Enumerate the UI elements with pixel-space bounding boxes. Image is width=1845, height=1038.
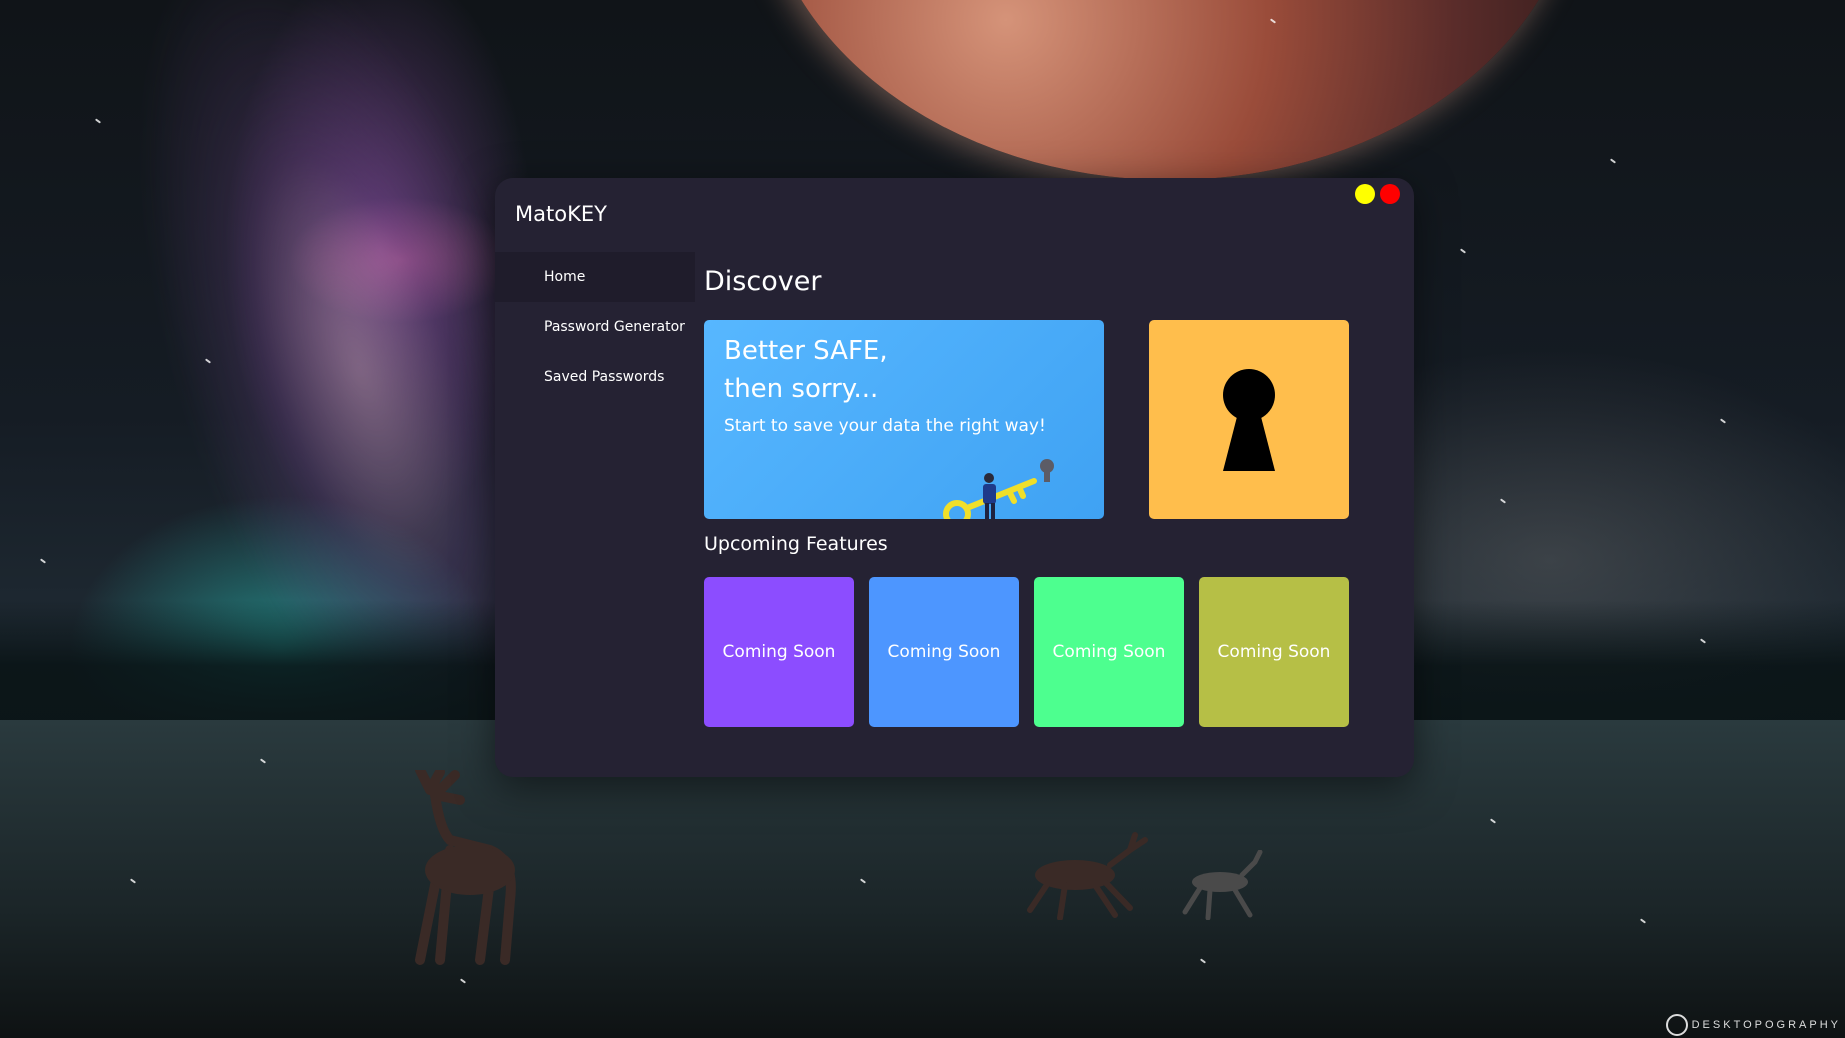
hero-title-line: Better SAFE,: [724, 336, 888, 366]
snowflake: [1459, 248, 1467, 254]
feature-card-label: Coming Soon: [1052, 642, 1166, 662]
snowflake: [39, 558, 47, 564]
planet: [760, 0, 1580, 180]
desktop-watermark: DESKTOPOGRAPHY: [1665, 1014, 1841, 1036]
feature-card[interactable]: Coming Soon: [1199, 577, 1349, 727]
feature-card[interactable]: Coming Soon: [1034, 577, 1184, 727]
snowflake: [1499, 498, 1507, 504]
snowflake: [1719, 418, 1727, 424]
watermark-text: DESKTOPOGRAPHY: [1691, 1019, 1841, 1031]
person-with-key-icon: [943, 459, 1054, 519]
feature-card[interactable]: Coming Soon: [704, 577, 854, 727]
hero-subtitle: Start to save your data the right way!: [724, 416, 1046, 436]
sidebar-item-home[interactable]: Home: [495, 252, 695, 302]
sidebar-item-label: Saved Passwords: [544, 369, 665, 385]
desktopography-logo-icon: [1665, 1014, 1688, 1036]
deer-silhouette: [415, 770, 516, 965]
snowflake: [1609, 158, 1617, 164]
hero-title: Better SAFE, then sorry...: [724, 332, 1024, 408]
sidebar-item-label: Password Generator: [544, 319, 685, 335]
app-window: MatoKEY Home Password Generator Saved Pa…: [495, 178, 1414, 777]
deer-silhouette: [1182, 850, 1263, 920]
sidebar-item-saved-passwords[interactable]: Saved Passwords: [495, 352, 695, 402]
app-title: MatoKEY: [515, 202, 607, 226]
keyhole-icon: [1223, 368, 1275, 471]
feature-card-label: Coming Soon: [887, 642, 1001, 662]
feature-card-label: Coming Soon: [1217, 642, 1331, 662]
upcoming-features-title: Upcoming Features: [704, 533, 888, 555]
sidebar-item-label: Home: [544, 269, 586, 285]
hero-card[interactable]: Better SAFE, then sorry... Start to save…: [704, 320, 1104, 519]
feature-card[interactable]: Coming Soon: [869, 577, 1019, 727]
lock-card[interactable]: [1149, 320, 1349, 519]
sidebar-item-password-generator[interactable]: Password Generator: [495, 302, 695, 352]
page-title: Discover: [704, 266, 822, 297]
main-content: Discover Better SAFE, then sorry... Star…: [704, 178, 1414, 777]
sidebar: Home Password Generator Saved Passwords: [495, 252, 695, 402]
desktop-background: DESKTOPOGRAPHY MatoKEY Home Password Gen…: [0, 0, 1845, 1038]
hero-title-line: then sorry...: [724, 374, 879, 404]
feature-card-label: Coming Soon: [722, 642, 836, 662]
deer-silhouette: [1027, 832, 1148, 920]
